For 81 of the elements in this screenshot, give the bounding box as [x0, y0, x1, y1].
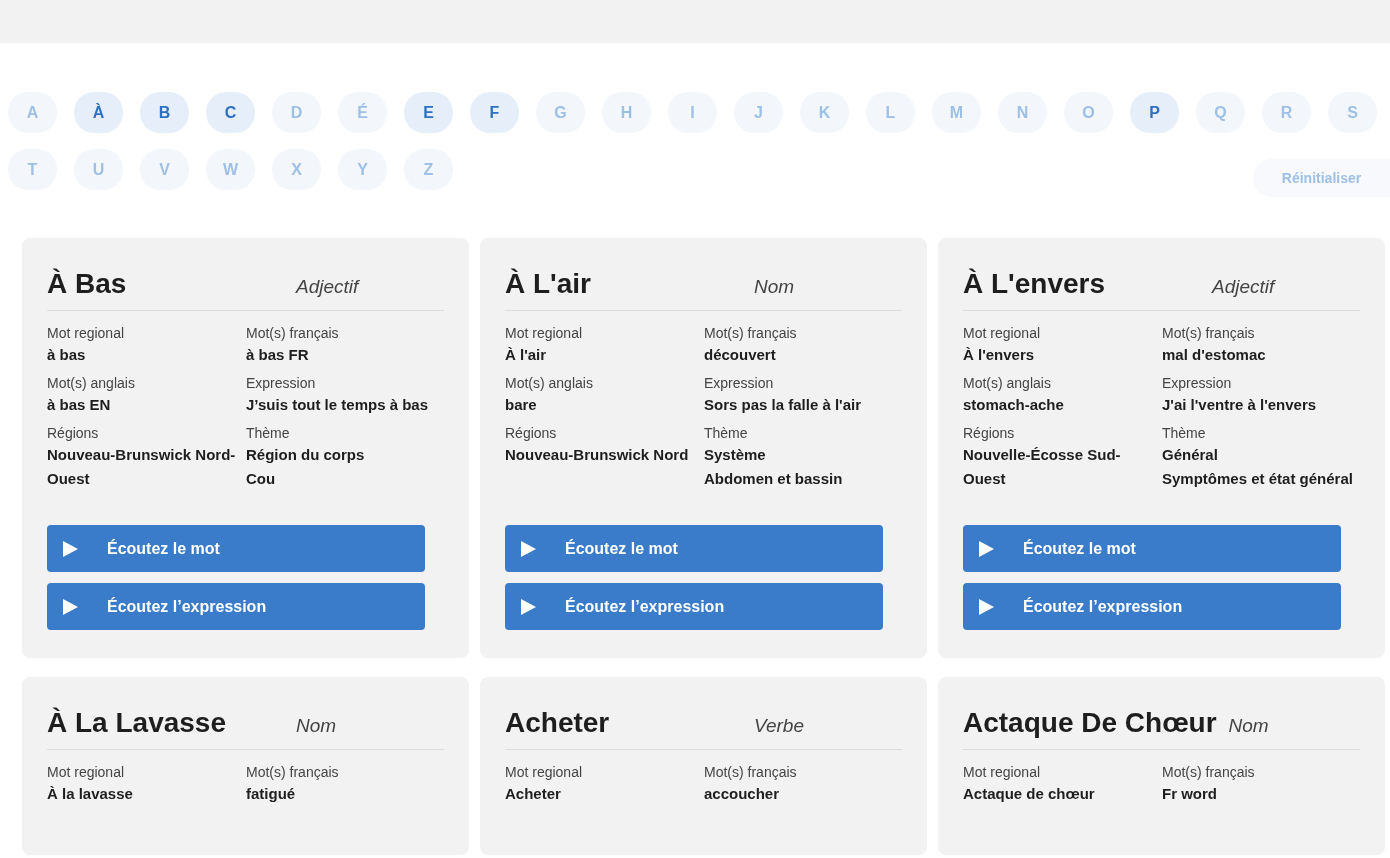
- field-label: Mot(s) anglais: [963, 374, 1052, 393]
- field-label: Mot(s) français: [704, 324, 798, 343]
- word-title: À L'air: [505, 268, 592, 300]
- field-label: Mot regional: [47, 763, 126, 782]
- word-type: Verbe: [754, 715, 804, 737]
- field-value: bare: [505, 395, 538, 415]
- play-icon: [63, 540, 78, 557]
- listen-button[interactable]: Écoutez le mot: [47, 525, 425, 572]
- field-value: Système: [704, 445, 767, 465]
- play-icon: [979, 598, 994, 615]
- play-icon: [521, 598, 536, 615]
- field-value: Actaque de chœur: [963, 784, 1096, 804]
- field-label: Régions: [505, 424, 558, 443]
- field-label: Expression: [246, 374, 317, 393]
- field-label: Mot(s) anglais: [47, 374, 136, 393]
- field-label: Mot(s) français: [704, 763, 798, 782]
- listen-button[interactable]: Écoutez le mot: [963, 525, 1341, 572]
- field-label: Expression: [704, 374, 775, 393]
- listen-button[interactable]: Écoutez le mot: [505, 525, 883, 572]
- word-title: Acheter: [505, 707, 611, 739]
- field-value: Nouveau-Brunswick Nord-Ouest: [47, 445, 237, 489]
- field-label: Thème: [704, 424, 749, 443]
- field-label: Mot(s) français: [1162, 324, 1256, 343]
- field-value: à bas FR: [246, 345, 310, 365]
- word-title: Actaque De Chœur: [963, 707, 1217, 739]
- field-label: Mot regional: [505, 324, 584, 343]
- field-label: Mot regional: [963, 324, 1042, 343]
- field-value: Acheter: [505, 784, 562, 804]
- word-title: À La Lavasse: [47, 707, 227, 739]
- field-value: Fr word: [1162, 784, 1218, 804]
- field-value: mal d'estomac: [1162, 345, 1267, 365]
- field-value: J’suis tout le temps à bas: [246, 395, 429, 415]
- field-value: Abdomen et bassin: [704, 469, 844, 489]
- field-label: Mot(s) anglais: [505, 374, 594, 393]
- listen-button[interactable]: Écoutez l’expression: [505, 583, 883, 630]
- field-label: Mot(s) français: [246, 763, 340, 782]
- field-value: Région du corps: [246, 445, 366, 465]
- field-label: Mot(s) français: [1162, 763, 1256, 782]
- letter-filter-button[interactable]: B: [140, 92, 189, 133]
- play-icon: [63, 598, 78, 615]
- letter-filter-button[interactable]: F: [470, 92, 519, 133]
- word-type: Nom: [296, 715, 337, 737]
- letter-filter-button[interactable]: E: [404, 92, 453, 133]
- letter-filter-button[interactable]: À: [74, 92, 123, 133]
- listen-button[interactable]: Écoutez l’expression: [963, 583, 1341, 630]
- word-type: Nom: [754, 276, 795, 298]
- field-value: Cou: [246, 469, 277, 489]
- field-label: Thème: [246, 424, 291, 443]
- field-value: découvert: [704, 345, 777, 365]
- field-label: Mot regional: [505, 763, 584, 782]
- field-value: Sors pas la falle à l'air: [704, 395, 862, 415]
- field-value: J'ai l'ventre à l'envers: [1162, 395, 1318, 415]
- field-value: à bas EN: [47, 395, 112, 415]
- field-label: Régions: [963, 424, 1016, 443]
- field-value: À l'air: [505, 345, 548, 365]
- field-label: Mot regional: [47, 324, 126, 343]
- play-icon: [521, 540, 536, 557]
- word-title: À Bas: [47, 268, 128, 300]
- field-label: Mot regional: [963, 763, 1042, 782]
- field-value: À la lavasse: [47, 784, 134, 804]
- field-value: Symptômes et état général: [1162, 469, 1354, 489]
- word-type: Nom: [1228, 715, 1269, 737]
- word-type: Adjectif: [1212, 276, 1275, 298]
- field-value: Général: [1162, 445, 1219, 465]
- field-value: fatigué: [246, 784, 297, 804]
- field-label: Régions: [47, 424, 100, 443]
- field-value: à bas: [47, 345, 87, 365]
- field-label: Expression: [1162, 374, 1233, 393]
- play-icon: [979, 540, 994, 557]
- listen-button[interactable]: Écoutez l’expression: [47, 583, 425, 630]
- field-value: Nouvelle-Écosse Sud-Ouest: [963, 445, 1122, 489]
- letter-filter-button[interactable]: P: [1130, 92, 1179, 133]
- word-type: Adjectif: [296, 276, 359, 298]
- field-value: Nouveau-Brunswick Nord: [505, 445, 690, 465]
- word-title: À L'envers: [963, 268, 1107, 300]
- field-value: accoucher: [704, 784, 781, 804]
- field-value: stomach-ache: [963, 395, 1065, 415]
- field-label: Thème: [1162, 424, 1207, 443]
- letter-filter-button[interactable]: C: [206, 92, 255, 133]
- field-value: À l'envers: [963, 345, 1036, 365]
- field-label: Mot(s) français: [246, 324, 340, 343]
